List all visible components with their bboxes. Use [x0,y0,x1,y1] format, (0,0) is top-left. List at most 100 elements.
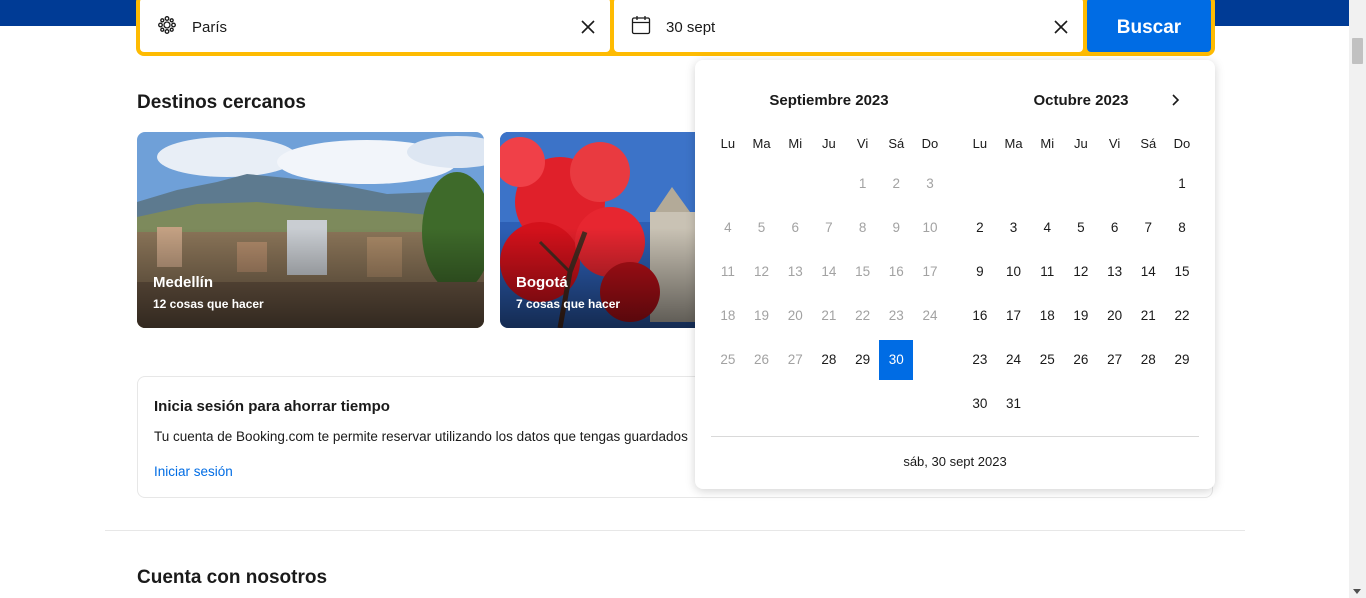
calendar-day: 22 [855,308,871,323]
calendar-day[interactable]: 21 [1131,294,1165,338]
destination-card-bogota[interactable]: Bogotá 7 cosas que hacer [500,132,695,328]
calendar-day: 9 [892,220,901,235]
calendar-day[interactable]: 31 [997,382,1031,426]
weekday-header: Do [1173,136,1191,151]
calendar-day: 1 [858,176,867,191]
scroll-down-icon[interactable] [1353,589,1361,594]
month-grid: Lu Ma Mi Ju Vi Sá Do 1 2 3 4 5 6 7 8 9 10 11 12 13 14 15 16 17 1… [963,126,1199,426]
calendar-day: 15 [855,264,871,279]
calendar-day: 16 [888,264,904,279]
date-picker-popup: Septiembre 2023 Lu Ma Mi Ju Vi Sá Do 1 2 3 4 5 6 7 8 9 1… [695,60,1215,489]
calendar-day: 13 [787,264,803,279]
calendar-day: 8 [858,220,867,235]
weekday-header: Lu [720,136,736,151]
calendar-day: 18 [720,308,736,323]
weekday-header: Ma [752,136,771,151]
calendar-day[interactable]: 17 [997,294,1031,338]
search-button[interactable]: Buscar [1087,0,1211,52]
calendar-day: 3 [926,176,934,191]
calendar-day[interactable]: 5 [1064,206,1098,250]
weekday-header: Lu [972,136,988,151]
calendar-day: 14 [821,264,837,279]
clear-date-icon[interactable] [1051,15,1071,35]
empty-day-cell [1030,162,1064,206]
calendar-day: 6 [791,220,799,235]
selected-date-summary: sáb, 30 sept 2023 [903,454,1007,469]
calendar-day[interactable]: 6 [1098,206,1132,250]
calendar-day[interactable]: 19 [1064,294,1098,338]
calendar-day[interactable]: 28 [812,338,846,382]
calendar-day[interactable]: 1 [1165,162,1199,206]
destination-value[interactable]: París [192,15,578,36]
calendar-day: 4 [724,220,732,235]
calendar-day[interactable]: 29 [846,338,880,382]
calendar-day[interactable]: 28 [1131,338,1165,382]
signin-link[interactable]: Iniciar sesión [154,464,233,479]
calendar-day[interactable]: 22 [1165,294,1199,338]
calendar-day[interactable]: 16 [963,294,997,338]
date-value[interactable]: 30 sept [666,15,1051,36]
empty-day-cell [778,162,812,206]
calendar-day[interactable]: 30 [879,340,914,380]
empty-day-cell [745,162,779,206]
nearby-destinations-title: Destinos cercanos [137,92,306,113]
calendar-day[interactable]: 7 [1131,206,1165,250]
month-grid: Lu Ma Mi Ju Vi Sá Do 1 2 3 4 5 6 7 8 9 10 11 12 13 14 15 16 17 1… [711,126,947,382]
calendar-day[interactable]: 12 [1064,250,1098,294]
calendar-day: 25 [720,352,736,367]
calendar-day[interactable]: 18 [1030,294,1064,338]
card-subtitle: 12 cosas que hacer [153,297,264,311]
empty-day-cell [711,162,745,206]
calendar-day[interactable]: 10 [997,250,1031,294]
calendar-day: 26 [754,352,770,367]
calendar-day[interactable]: 29 [1165,338,1199,382]
empty-day-cell [1064,162,1098,206]
calendar-divider [711,436,1199,437]
card-subtitle: 7 cosas que hacer [516,297,621,311]
chevron-right-icon [1172,94,1180,106]
empty-day-cell [963,162,997,206]
calendar-day[interactable]: 2 [963,206,997,250]
calendar-day[interactable]: 27 [1098,338,1132,382]
calendar-day[interactable]: 11 [1030,250,1064,294]
calendar-day: 11 [720,264,735,279]
card-title: Medellín [153,274,214,291]
calendar-day[interactable]: 26 [1064,338,1098,382]
month-title: Septiembre 2023 [769,92,889,109]
card-title: Bogotá [516,274,568,291]
calendar-day[interactable]: 20 [1098,294,1132,338]
next-month-button[interactable] [1163,88,1187,112]
calendar-day: 24 [922,308,938,323]
count-on-us-title: Cuenta con nosotros [137,567,328,588]
page-scrollbar[interactable] [1349,0,1366,598]
weekday-header: Mi [1040,136,1055,151]
calendar-day: 5 [757,220,766,235]
calendar-day[interactable]: 4 [1030,206,1064,250]
calendar-day: 20 [787,308,803,323]
calendar-day[interactable]: 15 [1165,250,1199,294]
weekday-header: Ma [1004,136,1023,151]
attraction-icon [156,14,178,36]
date-field[interactable]: 30 sept [614,0,1083,52]
scrollbar-thumb[interactable] [1352,38,1363,64]
calendar-day: 27 [787,352,803,367]
calendar-day[interactable]: 25 [1030,338,1064,382]
destination-card-medellin[interactable]: Medellín 12 cosas que hacer [137,132,484,328]
calendar-day[interactable]: 9 [963,250,997,294]
calendar-day[interactable]: 24 [997,338,1031,382]
empty-day-cell [812,162,846,206]
calendar-day[interactable]: 23 [963,338,997,382]
calendar-day[interactable]: 30 [963,382,997,426]
calendar-day: 19 [754,308,770,323]
calendar-day[interactable]: 13 [1098,250,1132,294]
clear-destination-icon[interactable] [578,15,598,35]
calendar-day: 12 [754,264,770,279]
signin-description: Tu cuenta de Booking.com te permite rese… [154,429,688,444]
calendar-day[interactable]: 3 [997,206,1031,250]
weekday-header: Mi [788,136,803,151]
search-bar: París 30 sept Buscar [136,0,1215,56]
calendar-day: 17 [922,264,938,279]
calendar-day[interactable]: 8 [1165,206,1199,250]
calendar-day[interactable]: 14 [1131,250,1165,294]
destination-field[interactable]: París [140,0,610,52]
